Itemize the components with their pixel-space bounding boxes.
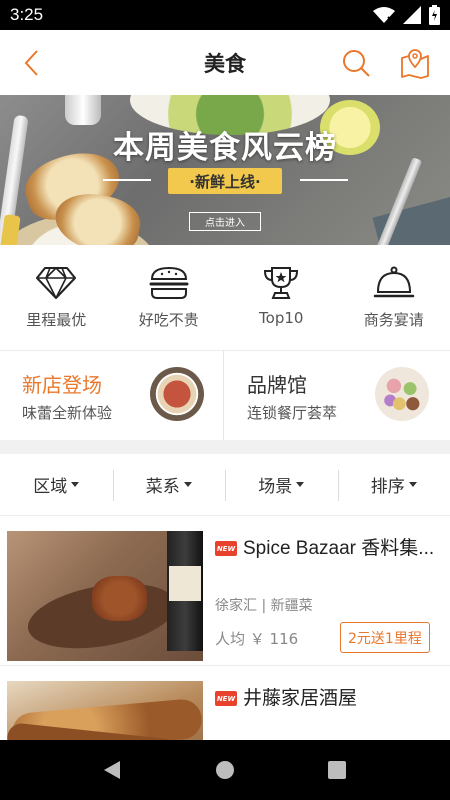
category-tasty-cheap[interactable]: 好吃不贵 xyxy=(113,245,226,350)
status-icons xyxy=(373,5,440,25)
filter-label: 场景 xyxy=(258,477,293,497)
promo-subtitle: 味蕾全新体验 xyxy=(22,404,113,422)
promo-subtitle: 连锁餐厅荟萃 xyxy=(247,404,338,422)
category-best-mileage[interactable]: 里程最优 xyxy=(0,245,113,350)
nav-recents-icon[interactable] xyxy=(328,761,346,779)
mileage-promo-tag: 2元送1里程 xyxy=(340,622,430,653)
banner-enter-button[interactable]: 点击进入 xyxy=(189,212,261,231)
restaurant-photo xyxy=(7,531,203,661)
system-nav-bar xyxy=(0,740,450,800)
section-separator xyxy=(0,440,450,454)
promo-new-stores[interactable]: 新店登场 味蕾全新体验 xyxy=(0,350,225,440)
banner-divider-left xyxy=(103,179,151,181)
filter-bar: 区域 菜系 场景 排序 xyxy=(0,454,450,516)
cloche-icon xyxy=(373,266,414,298)
filter-label: 排序 xyxy=(370,477,405,497)
filter-cuisine-dropdown[interactable]: 菜系 xyxy=(112,454,226,515)
restaurant-name-row: NEW 井藤家居酒屋 xyxy=(215,686,440,712)
filter-scene-dropdown[interactable]: 场景 xyxy=(225,454,338,515)
page-title: 美食 xyxy=(204,51,246,76)
restaurant-avg-price: 人均 ￥ 116 xyxy=(215,630,299,648)
restaurant-list-item[interactable]: NEW Spice Bazaar 香料集... 徐家汇 | 新疆菜 人均 ￥ 1… xyxy=(0,516,450,666)
restaurant-name: Spice Bazaar 香料集... xyxy=(243,538,435,559)
filter-area-dropdown[interactable]: 区域 xyxy=(0,454,113,515)
banner-ribbon: ·新鲜上线· xyxy=(168,168,282,194)
category-business-dining[interactable]: 商务宴请 xyxy=(338,245,450,350)
restaurant-name-row: NEW Spice Bazaar 香料集... xyxy=(215,536,440,562)
nav-back-icon[interactable] xyxy=(103,760,121,780)
status-time: 3:25 xyxy=(10,5,44,24)
category-label: 商务宴请 xyxy=(363,311,424,329)
banner-headline: 本周美食风云榜 xyxy=(113,130,337,166)
category-top10[interactable]: Top10 xyxy=(225,245,338,350)
status-bar: 3:25 xyxy=(0,0,450,30)
promo-title: 新店登场 xyxy=(22,373,102,397)
promo-title: 品牌馆 xyxy=(247,373,307,397)
map-location-icon[interactable] xyxy=(398,46,432,80)
category-label: 好吃不贵 xyxy=(138,311,199,329)
promo-macaron-image xyxy=(375,367,429,421)
restaurant-name: 井藤家居酒屋 xyxy=(243,688,358,709)
filter-label: 区域 xyxy=(33,477,68,497)
caret-down-icon xyxy=(183,482,192,487)
promo-banner[interactable]: 本周美食风云榜 ·新鲜上线· 点击进入 xyxy=(0,95,450,245)
new-badge: NEW xyxy=(215,541,237,556)
category-row: 里程最优 好吃不贵 Top10 商务宴请 xyxy=(0,245,450,350)
wifi-icon xyxy=(373,7,395,23)
banner-divider-right xyxy=(300,179,348,181)
caret-down-icon xyxy=(296,482,305,487)
diamond-icon xyxy=(36,267,77,299)
new-badge: NEW xyxy=(215,691,237,706)
battery-icon xyxy=(429,5,440,25)
trophy-icon xyxy=(264,267,299,299)
search-icon[interactable] xyxy=(340,47,372,79)
restaurant-list-item[interactable]: NEW 井藤家居酒屋 xyxy=(0,666,450,740)
caret-down-icon xyxy=(408,482,417,487)
promo-dish-image xyxy=(150,367,204,421)
restaurant-photo xyxy=(7,681,203,740)
filter-sort-dropdown[interactable]: 排序 xyxy=(337,454,450,515)
category-label: Top10 xyxy=(259,309,304,327)
filter-label: 菜系 xyxy=(145,477,180,497)
banner-salt-shaker-image xyxy=(65,95,101,125)
category-label: 里程最优 xyxy=(26,311,87,329)
caret-down-icon xyxy=(71,482,80,487)
cell-signal-icon xyxy=(403,6,421,24)
nav-home-icon[interactable] xyxy=(216,761,234,779)
app-bar: 美食 xyxy=(0,30,450,95)
restaurant-area-cuisine: 徐家汇 | 新疆菜 xyxy=(215,598,313,614)
promo-brand-hall[interactable]: 品牌馆 连锁餐厅荟萃 xyxy=(225,350,450,440)
burger-icon xyxy=(149,266,189,299)
